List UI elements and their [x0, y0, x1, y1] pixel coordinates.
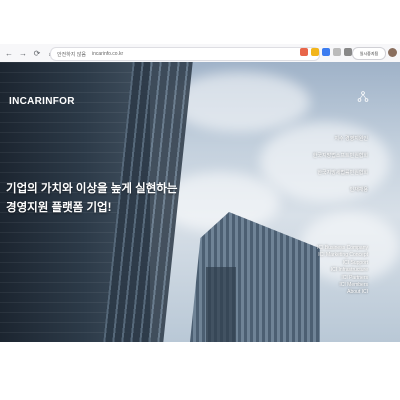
en-menu-item-2[interactable]: ICI Marketing Concept: [317, 252, 368, 259]
building-shadow: [206, 267, 236, 342]
avatar[interactable]: [388, 48, 397, 57]
extension-icons: [300, 48, 352, 56]
back-arrow-icon[interactable]: ←: [4, 48, 14, 58]
hero-line-1: 기업의 가치와 이상을 높게 실현하는: [6, 183, 178, 195]
hero-heading: 기업의 가치와 이상을 높게 실현하는 경영지원 플랫폼 기업!: [6, 180, 177, 218]
english-menu: ICI Business Company ICI Marketing Conce…: [317, 245, 368, 297]
ko-menu-item-2[interactable]: 한국지방법소프트민원협회: [313, 152, 368, 159]
extension-icon[interactable]: [300, 48, 308, 56]
site-logo[interactable]: INCARINFOR: [9, 96, 75, 107]
hero-line-2: 경영지원 플랫폼 기업!: [6, 202, 112, 214]
menu-dots-icon[interactable]: [357, 90, 369, 102]
en-menu-item-5[interactable]: ICI Partners: [317, 275, 368, 282]
url-text: incarinfo.co.kr: [92, 51, 124, 57]
forward-arrow-icon[interactable]: →: [18, 48, 28, 58]
extension-icon[interactable]: [344, 48, 352, 56]
ko-menu-item-3[interactable]: 한국지방세법률민원협회: [313, 169, 368, 176]
korean-menu: 지수 경영지원인 한국지방법소프트민원협회 한국지방세법률민원협회 인재채용: [313, 135, 368, 203]
extension-icon[interactable]: [311, 48, 319, 56]
reload-icon[interactable]: ⟳: [32, 48, 42, 58]
en-menu-item-7[interactable]: About ICI: [317, 289, 368, 296]
address-bar[interactable]: 안전하지 않음 incarinfo.co.kr: [50, 47, 320, 61]
browser-window: ← → ⟳ ⌂ 안전하지 않음 incarinfo.co.kr 일시중지됨 IN…: [0, 0, 400, 400]
ko-menu-item-4[interactable]: 인재채용: [313, 186, 368, 193]
browser-toolbar: ← → ⟳ ⌂ 안전하지 않음 incarinfo.co.kr 일시중지됨: [0, 44, 400, 63]
profile-button[interactable]: 일시중지됨: [352, 47, 386, 60]
security-label: 안전하지 않음: [57, 51, 86, 58]
extension-icon[interactable]: [333, 48, 341, 56]
en-menu-item-4[interactable]: ICI Infrastructure: [317, 267, 368, 274]
page-viewport: INCARINFOR 기업의 가치와 이상을 높게 실현하는 경영지원 플랫폼 …: [0, 62, 400, 342]
ko-menu-item-1[interactable]: 지수 경영지원인: [313, 135, 368, 142]
extension-icon[interactable]: [322, 48, 330, 56]
